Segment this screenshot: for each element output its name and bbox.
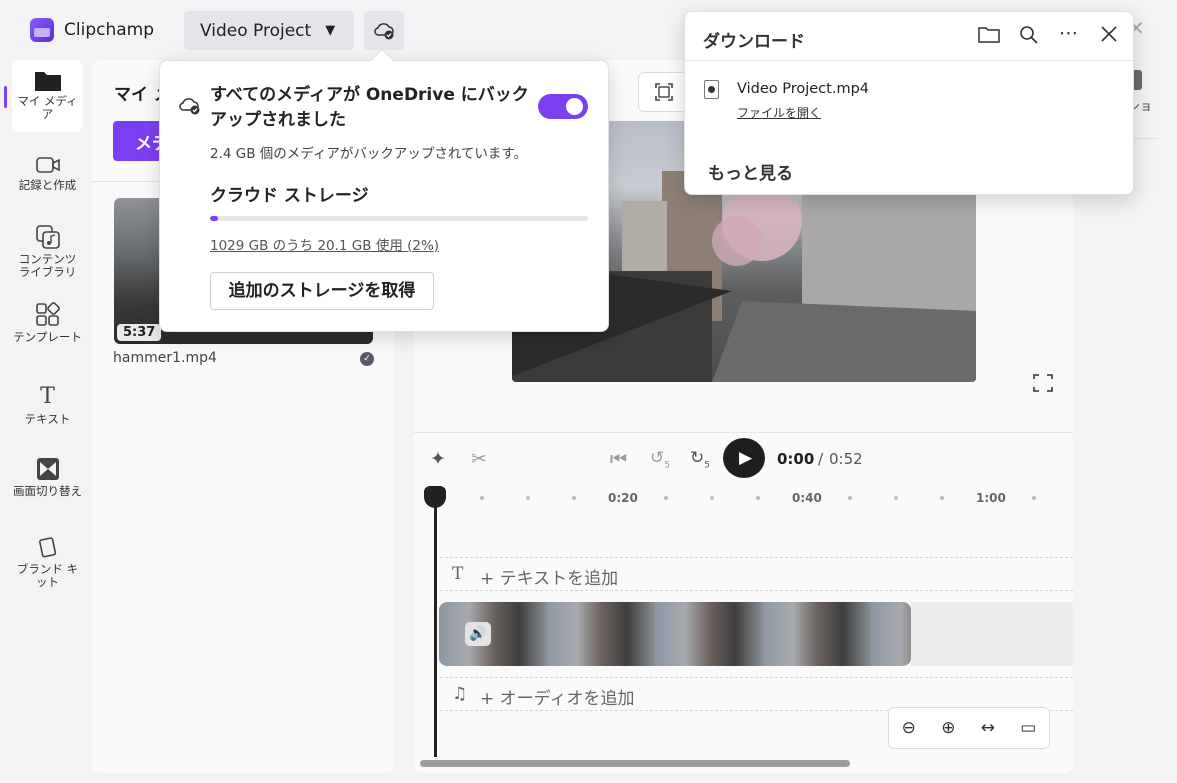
more-options-icon[interactable]: ⋯ <box>1059 22 1078 44</box>
collapse-timeline-icon[interactable]: ▭ <box>1020 718 1036 738</box>
playhead-line[interactable] <box>434 490 437 757</box>
play-icon: ▶ <box>738 448 753 468</box>
rewind-seconds: 5 <box>664 460 670 471</box>
camera-icon <box>35 157 60 173</box>
media-file-name: hammer1.mp4 <box>113 350 217 366</box>
add-audio-label[interactable]: + オーディオを追加 <box>480 684 634 709</box>
downloads-title: ダウンロード <box>703 32 805 52</box>
total-time: 0:52 <box>829 450 863 468</box>
cloud-backup-button[interactable] <box>364 11 404 50</box>
current-time: 0:00 <box>777 450 815 468</box>
rewind-5-icon[interactable]: ↺5 <box>650 447 670 476</box>
ruler-tick <box>526 496 530 500</box>
rail-item-my-media[interactable]: マイ メディア <box>12 60 83 132</box>
rail-item-content-library[interactable]: コンテンツ ライブラリ <box>12 224 83 279</box>
backup-status-text: 2.4 GB 個のメディアがバックアップされています。 <box>210 146 528 162</box>
rail-item-templates[interactable]: テンプレート <box>12 302 83 344</box>
divider <box>414 432 1073 433</box>
text-icon: T <box>40 384 55 409</box>
add-text-label[interactable]: + テキストを追加 <box>480 564 618 589</box>
forward-5-icon[interactable]: ↻5 <box>690 447 710 476</box>
ruler-tick <box>894 496 898 500</box>
app-name: Clipchamp <box>64 20 154 40</box>
rail-label: テンプレート <box>13 330 82 344</box>
rail-label: コンテンツ ライブラリ <box>18 252 77 279</box>
app-logo: Clipchamp <box>30 18 154 42</box>
brand-kit-icon <box>38 537 56 558</box>
folder-icon <box>34 72 61 91</box>
aspect-ratio-button[interactable] <box>638 72 690 112</box>
fullscreen-icon[interactable] <box>1032 373 1054 393</box>
timeline-zoom-controls: ⊖ ⊕ ↔ ▭ <box>888 707 1050 749</box>
ruler-tick <box>848 496 852 500</box>
duration-badge: 5:37 <box>117 324 162 341</box>
library-icon <box>35 225 60 249</box>
storage-usage-fill <box>210 216 218 221</box>
project-name-button[interactable]: Video Project ▼ <box>184 11 354 50</box>
transition-icon <box>36 458 59 480</box>
search-icon[interactable] <box>1019 25 1039 50</box>
ruler-tick <box>1032 496 1036 500</box>
rail-item-brand-kit[interactable]: ブランド キット <box>12 534 83 589</box>
ruler-tick <box>664 496 668 500</box>
crop-frame-icon <box>655 83 673 101</box>
toggle-knob <box>566 98 583 115</box>
ruler-label: 1:00 <box>976 491 1006 505</box>
zoom-out-icon[interactable]: ⊖ <box>902 718 916 738</box>
backup-status-title: すべてのメディアが OneDrive にバックアップされました <box>210 85 529 130</box>
text-track-icon: T <box>452 564 464 584</box>
play-button[interactable]: ▶ <box>723 438 765 478</box>
rail-label: 記録と作成 <box>18 178 77 192</box>
open-file-link[interactable]: ファイルを開く <box>737 104 821 121</box>
speaker-icon[interactable]: 🔊 <box>465 622 491 646</box>
timeline-scrollbar[interactable] <box>420 760 850 767</box>
skip-to-start-icon[interactable]: ⏮ <box>610 448 627 470</box>
rail-active-indicator <box>4 86 7 108</box>
cloud-check-icon <box>374 22 394 39</box>
onedrive-backup-toggle[interactable] <box>538 94 588 119</box>
forward-seconds: 5 <box>704 460 710 471</box>
zoom-in-icon[interactable]: ⊕ <box>941 718 955 738</box>
ruler-tick <box>756 496 760 500</box>
rail-item-transitions[interactable]: 画面切り替え <box>12 456 83 498</box>
divider <box>684 60 1134 61</box>
video-track-background <box>911 602 1073 666</box>
rail-item-record[interactable]: 記録と作成 <box>12 154 83 192</box>
time-separator: / <box>818 450 824 468</box>
magic-sparkle-icon[interactable]: ✦ <box>430 448 446 470</box>
ruler-label: 0:40 <box>792 491 822 505</box>
video-clip[interactable]: 🔊 <box>439 602 911 666</box>
music-note-icon: ♫ <box>452 684 468 704</box>
rail-label: 画面切り替え <box>13 484 82 498</box>
ruler-label: 0:20 <box>608 491 638 505</box>
download-file-name[interactable]: Video Project.mp4 <box>737 81 869 97</box>
ruler-tick <box>710 496 714 500</box>
ruler-tick <box>572 496 576 500</box>
storage-usage-bar <box>210 216 588 221</box>
caret-down-icon: ▼ <box>325 23 336 38</box>
video-file-icon <box>704 80 719 99</box>
fit-to-width-icon[interactable]: ↔ <box>981 718 995 738</box>
get-more-storage-button[interactable]: 追加のストレージを取得 <box>210 272 434 310</box>
rail-label: テキスト <box>24 412 71 426</box>
close-icon[interactable] <box>1100 25 1118 48</box>
left-rail: マイ メディア 記録と作成 コンテンツ ライブラリ テンプレート T テキスト … <box>0 60 92 780</box>
playhead-handle[interactable] <box>424 486 446 508</box>
open-folder-icon[interactable] <box>978 25 1000 48</box>
app-window: Clipchamp Video Project ▼ マイ メディア 記録と作成 <box>0 0 1177 783</box>
project-name: Video Project <box>200 20 312 41</box>
rail-label: ブランド キット <box>16 562 79 589</box>
scissors-icon[interactable]: ✂ <box>471 448 487 470</box>
clipchamp-logo-icon <box>30 18 54 42</box>
template-icon <box>35 302 60 326</box>
ruler-tick <box>480 496 484 500</box>
see-more-link[interactable]: もっと見る <box>708 159 793 184</box>
rail-label: マイ メディア <box>17 94 78 121</box>
backed-up-check-icon: ✓ <box>360 352 374 366</box>
cloud-check-icon <box>178 96 202 121</box>
cloud-storage-title: クラウド ストレージ <box>210 186 369 206</box>
ruler-tick <box>940 496 944 500</box>
storage-usage-link[interactable]: 1029 GB のうち 20.1 GB 使用 (2%) <box>210 234 439 254</box>
rail-item-text[interactable]: T テキスト <box>12 384 83 426</box>
